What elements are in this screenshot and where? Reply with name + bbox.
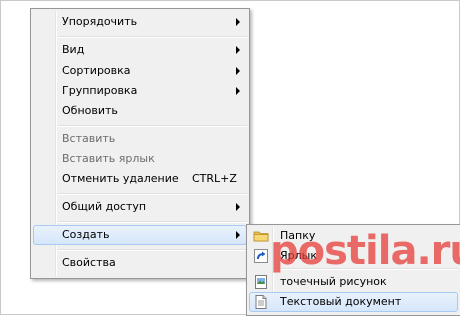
submenu-item-folder[interactable]: Папку: [249, 226, 458, 246]
menu-item-group[interactable]: Группировка: [33, 81, 247, 101]
menu-item-refresh[interactable]: Обновить: [33, 101, 247, 121]
menu-item-shortcut: CTRL+Z: [192, 172, 237, 185]
menu-separator: [58, 193, 247, 195]
menu-item-arrange[interactable]: Упорядочить: [33, 12, 247, 32]
submenu-arrow-icon: [236, 18, 240, 26]
menu-item-share[interactable]: Общий доступ: [33, 197, 247, 217]
menu-item-label: Обновить: [62, 104, 118, 117]
submenu-item-shortcut[interactable]: Ярлык: [249, 246, 458, 266]
submenu-separator: [275, 268, 458, 270]
folder-icon: [253, 228, 269, 244]
menu-item-paste-shortcut[interactable]: Вставить ярлык: [33, 149, 247, 169]
bitmap-icon: [253, 274, 269, 290]
menu-item-label: Группировка: [62, 84, 138, 97]
submenu-item-label: Папку: [280, 229, 316, 242]
menu-item-sort[interactable]: Сортировка: [33, 61, 247, 81]
menu-separator: [58, 36, 247, 38]
menu-item-label: Сортировка: [62, 64, 131, 77]
menu-item-undo-delete[interactable]: Отменить удаление CTRL+Z: [33, 169, 247, 189]
menu-item-label: Вставить: [62, 132, 116, 145]
menu-separator: [58, 221, 247, 223]
submenu-item-label: Ярлык: [280, 249, 317, 262]
submenu-item-label: точечный рисунок: [280, 275, 387, 288]
menu-item-label: Отменить удаление: [62, 172, 179, 185]
submenu-item-text-document[interactable]: Текстовый документ: [249, 292, 458, 312]
menu-item-label: Свойства: [62, 256, 116, 269]
submenu-arrow-icon: [236, 46, 240, 54]
menu-item-view[interactable]: Вид: [33, 40, 247, 60]
shortcut-icon: [253, 248, 269, 264]
menu-item-label: Упорядочить: [62, 15, 138, 28]
menu-item-properties[interactable]: Свойства: [33, 253, 247, 273]
menu-item-create[interactable]: Создать: [33, 225, 247, 245]
menu-item-label: Общий доступ: [62, 200, 147, 213]
menu-separator: [58, 125, 247, 127]
submenu-arrow-icon: [236, 87, 240, 95]
menu-item-label: Вид: [62, 43, 85, 56]
menu-item-label: Создать: [62, 228, 110, 241]
context-menu: Упорядочить Вид Сортировка Группировка О…: [30, 8, 250, 279]
submenu-arrow-icon: [236, 231, 240, 239]
submenu-arrow-icon: [236, 203, 240, 211]
menu-item-paste[interactable]: Вставить: [33, 129, 247, 149]
create-submenu: Папку Ярлык точечный рисунок Текстовый д…: [246, 224, 460, 316]
submenu-item-bitmap[interactable]: точечный рисунок: [249, 272, 458, 292]
menu-separator: [58, 249, 247, 251]
menu-item-label: Вставить ярлык: [62, 152, 155, 165]
submenu-item-label: Текстовый документ: [280, 295, 402, 308]
text-document-icon: [253, 294, 269, 310]
submenu-arrow-icon: [236, 67, 240, 75]
